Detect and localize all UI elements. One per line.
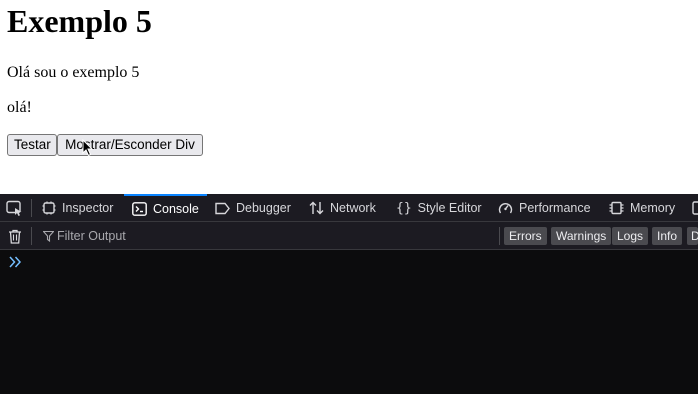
toolbar-separator xyxy=(31,199,32,217)
level-warnings-button[interactable]: Warnings xyxy=(551,227,612,245)
filter-icon xyxy=(43,231,54,242)
level-debug-button[interactable]: D xyxy=(687,227,698,245)
network-icon xyxy=(309,201,324,215)
trash-icon[interactable] xyxy=(8,229,22,244)
storage-icon[interactable] xyxy=(692,201,698,215)
tab-console[interactable]: Console xyxy=(124,194,207,222)
page-heading: Exemplo 5 xyxy=(7,3,152,39)
tab-network[interactable]: Network xyxy=(309,194,376,222)
tab-label-debugger: Debugger xyxy=(236,201,291,215)
tab-debugger[interactable]: Debugger xyxy=(215,194,291,222)
style-editor-icon: {} xyxy=(396,200,412,216)
element-picker-icon[interactable] xyxy=(6,200,23,216)
web-page: Exemplo 5 Olá sou o exemplo 5 olá! Testa… xyxy=(0,0,698,194)
tab-label-inspector: Inspector xyxy=(62,201,114,215)
tab-label-style-editor: Style Editor xyxy=(417,201,482,215)
tab-label-performance: Performance xyxy=(519,201,591,215)
tab-label-console: Console xyxy=(153,202,199,216)
test-button[interactable]: Testar xyxy=(7,134,57,156)
filter-separator xyxy=(31,227,32,245)
console-output[interactable] xyxy=(0,250,698,394)
paragraph-intro: Olá sou o exemplo 5 xyxy=(7,64,140,81)
level-info-button[interactable]: Info xyxy=(652,227,683,245)
filter-output-input[interactable] xyxy=(55,227,359,245)
console-filter-bar: Errors Warnings Logs Info D xyxy=(0,222,698,250)
toggle-div-button[interactable]: Mostrar/Esconder Div xyxy=(57,134,203,156)
console-icon xyxy=(132,202,147,216)
tab-label-memory: Memory xyxy=(630,201,676,215)
inspector-icon xyxy=(42,201,56,215)
filter-separator-levels xyxy=(499,227,500,245)
tab-memory[interactable]: Memory xyxy=(609,194,675,222)
mouse-cursor-icon xyxy=(82,139,94,157)
devtools-panel: Inspector Console Debugger Network {} St… xyxy=(0,194,698,394)
memory-icon xyxy=(609,201,624,215)
tab-label-network: Network xyxy=(330,201,376,215)
performance-icon xyxy=(498,203,513,214)
level-errors-button[interactable]: Errors xyxy=(504,227,547,245)
debugger-icon xyxy=(215,202,230,214)
devtools-tab-bar: Inspector Console Debugger Network {} St… xyxy=(0,194,698,222)
tab-style-editor[interactable]: {} Style Editor xyxy=(396,194,482,222)
console-prompt-icon xyxy=(9,256,22,268)
tab-performance[interactable]: Performance xyxy=(498,194,591,222)
level-logs-button[interactable]: Logs xyxy=(612,227,649,245)
paragraph-greeting: olá! xyxy=(7,99,32,116)
tab-inspector[interactable]: Inspector xyxy=(42,194,113,222)
